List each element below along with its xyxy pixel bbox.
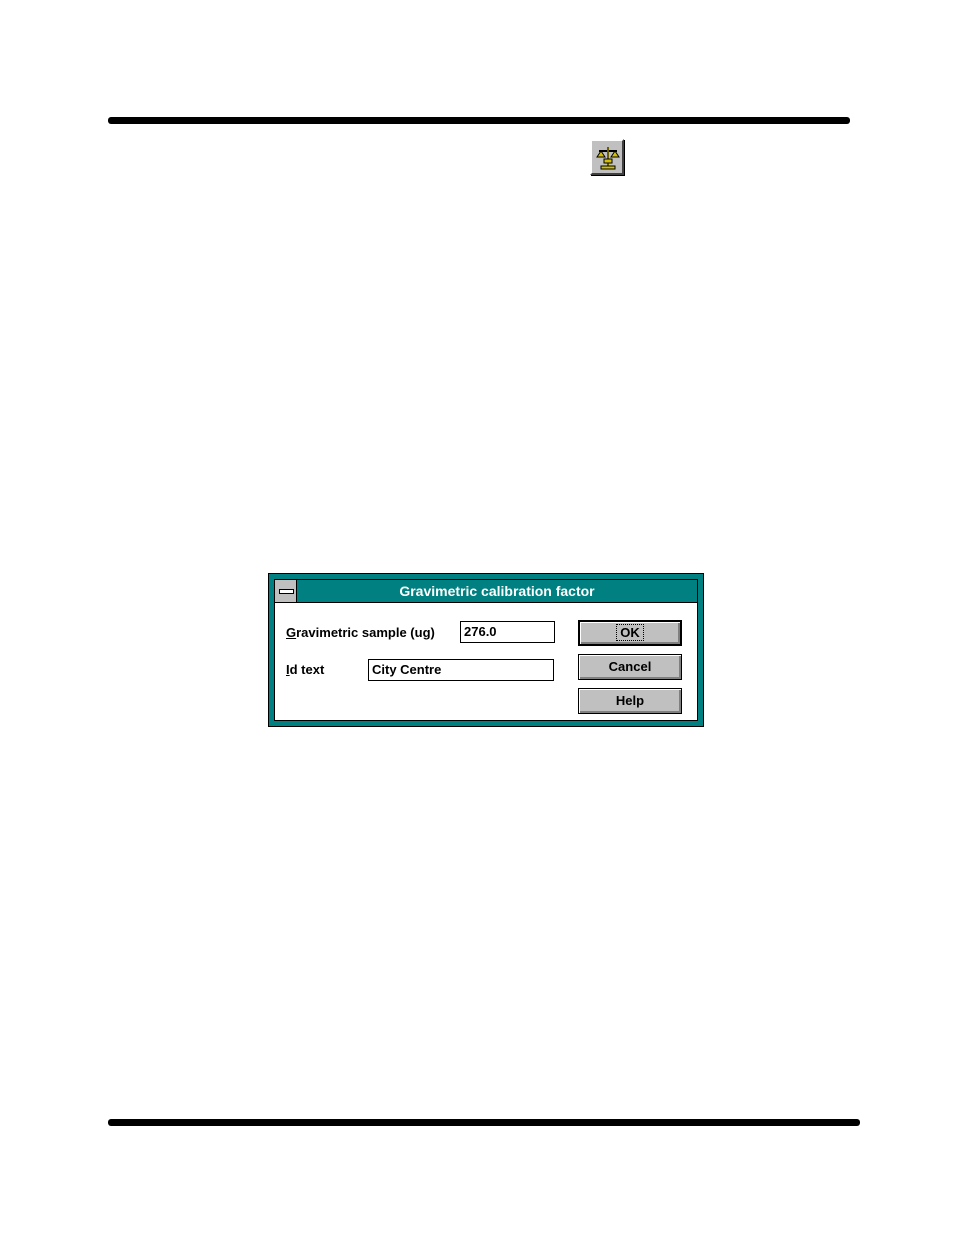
system-menu-button[interactable] (275, 580, 297, 602)
dialog-title: Gravimetric calibration factor (399, 583, 595, 599)
ok-button[interactable]: OK (578, 620, 682, 646)
ok-button-label: OK (616, 624, 644, 641)
bottom-rule (108, 1119, 860, 1126)
help-button[interactable]: Help (578, 688, 682, 714)
dialog-titlebar[interactable]: Gravimetric calibration factor (275, 580, 697, 603)
gravimetric-sample-input[interactable]: 276.0 (460, 621, 555, 643)
top-rule (108, 117, 850, 124)
id-text-input[interactable]: City Centre (368, 659, 554, 681)
system-menu-icon (279, 589, 294, 594)
gravimetric-sample-label: Gravimetric sample (ug) (286, 625, 435, 640)
gravimetric-calibration-dialog: Gravimetric calibration factor Gravimetr… (268, 573, 704, 727)
cancel-button[interactable]: Cancel (578, 654, 682, 680)
id-text-label: Id text (286, 662, 325, 677)
balance-scale-icon (595, 144, 621, 172)
dialog-client-area: Gravimetric calibration factor Gravimetr… (274, 579, 698, 721)
gravimetric-toolbar-button[interactable] (590, 139, 624, 175)
